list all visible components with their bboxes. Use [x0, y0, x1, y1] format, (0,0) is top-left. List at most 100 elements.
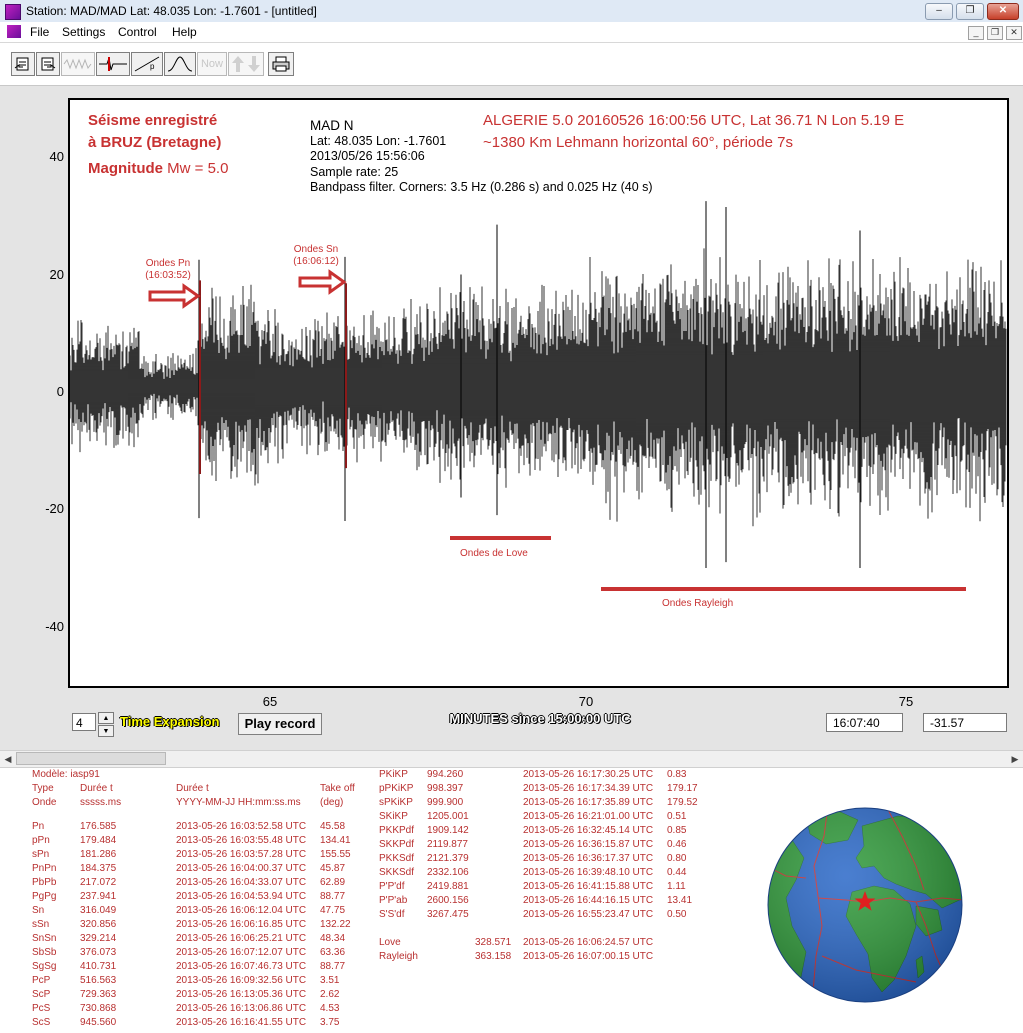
phase-cell: 62.89	[320, 877, 346, 888]
phase-cell: 410.731	[80, 961, 117, 972]
phase-cell: 2013-05-26 16:06:24.57 UTC	[523, 937, 654, 948]
phase-row: ScS 945.560 2013-05-26 16:16:41.55 UTC 3.75	[32, 1016, 362, 1030]
now-icon: Now	[200, 58, 223, 70]
app-icon	[5, 4, 21, 20]
phase-cell: PKKPdf	[379, 825, 415, 836]
svg-text:p: p	[150, 62, 155, 71]
phase-cell: 2013-05-26 16:55:23.47 UTC	[523, 909, 654, 920]
phase-cell: S'S'df	[379, 909, 405, 920]
spin-up-button[interactable]: ▲	[98, 712, 114, 724]
phase-rows-left: Pn 176.585 2013-05-26 16:03:52.58 UTC 45.58…	[32, 820, 362, 1030]
col-header: Durée t	[176, 783, 209, 794]
mdi-close-button[interactable]: ✕	[1006, 26, 1022, 40]
phase-row: ScP 729.363 2013-05-26 16:13:05.36 UTC 2.62	[32, 988, 362, 1002]
menu-control[interactable]: Control	[118, 25, 157, 39]
distribution-button[interactable]	[164, 52, 196, 76]
phase-cell: 181.286	[80, 849, 117, 860]
phase-cell: 63.36	[320, 947, 346, 958]
phase-cell: Sn	[32, 905, 45, 916]
phase-cell: 217.072	[80, 877, 117, 888]
raw-trace-button[interactable]	[61, 52, 95, 76]
phase-row: Love 328.571 2013-05-26 16:06:24.57 UTC	[379, 936, 709, 950]
scroll-right-icon[interactable]: ▶	[1007, 751, 1023, 767]
phase-cell: 0.51	[667, 811, 687, 822]
horizontal-scrollbar[interactable]: ◀ ▶	[0, 750, 1023, 768]
annotation-left-line1: Séisme enregistré	[88, 112, 218, 129]
phase-row: pPKiKP 998.397 2013-05-26 16:17:34.39 UTC 1…	[379, 782, 709, 796]
phase-cell: 134.41	[320, 835, 351, 846]
up-down-button[interactable]	[228, 52, 264, 76]
play-record-button[interactable]: Play record	[238, 713, 322, 735]
seismogram-plot[interactable]: Séisme enregistré à BRUZ (Bretagne) Magn…	[68, 98, 1009, 688]
phase-cell: 2013-05-26 16:16:41.55 UTC	[176, 1017, 307, 1028]
now-button[interactable]: Now	[197, 52, 227, 76]
phase-row: P'P'df 2419.881 2013-05-26 16:41:15.88 UTC…	[379, 880, 709, 894]
phase-cell: P'P'ab	[379, 895, 408, 906]
mdi-restore-button[interactable]: ❐	[987, 26, 1003, 40]
annotation-right-line1: ALGERIE 5.0 20160526 16:00:56 UTC, Lat 3…	[483, 112, 905, 129]
phase-row: PnPn 184.375 2013-05-26 16:04:00.37 UTC 45.…	[32, 862, 362, 876]
x-tick-label: 65	[262, 694, 278, 709]
menu-file[interactable]: File	[30, 25, 49, 39]
up-down-arrows-icon	[232, 56, 260, 72]
phase-cell: SKKSdf	[379, 867, 415, 878]
scroll-thumb[interactable]	[16, 752, 166, 765]
mdi-minimize-button[interactable]: _	[968, 26, 984, 40]
phase-cell: 4.53	[320, 1003, 340, 1014]
title-bar: Station: MAD/MAD Lat: 48.035 Lon: -1.760…	[0, 0, 1023, 23]
y-tick-label: 0	[56, 384, 64, 399]
phase-rows-right: PKiKP 994.260 2013-05-26 16:17:30.25 UTC 0.…	[379, 768, 709, 922]
scroll-left-icon[interactable]: ◀	[0, 751, 16, 767]
phase-cell: 2013-05-26 16:41:15.88 UTC	[523, 881, 654, 892]
phase-cell: 2013-05-26 16:17:35.89 UTC	[523, 797, 654, 808]
open-file-button[interactable]	[11, 52, 35, 76]
phase-cell: pPn	[32, 835, 50, 846]
phase-cell: 2013-05-26 16:03:57.28 UTC	[176, 849, 307, 860]
menu-help[interactable]: Help	[172, 25, 197, 39]
phase-row: PKiKP 994.260 2013-05-26 16:17:30.25 UTC 0.…	[379, 768, 709, 782]
maximize-button[interactable]: ❐	[956, 3, 984, 20]
phase-cell: 2013-05-26 16:07:12.07 UTC	[176, 947, 307, 958]
value-readout: -31.57	[923, 713, 1007, 732]
phase-cell: ScS	[32, 1017, 51, 1028]
spectrum-icon: p	[134, 56, 160, 72]
phase-row: PKKPdf 1909.142 2013-05-26 16:32:45.14 UTC…	[379, 824, 709, 838]
phase-cell: 2013-05-26 16:03:55.48 UTC	[176, 835, 307, 846]
phase-row: pPn 179.484 2013-05-26 16:03:55.48 UTC 134.…	[32, 834, 362, 848]
col-header: Durée t	[80, 783, 113, 794]
filter-trace-button[interactable]	[96, 52, 130, 76]
phase-cell: 2013-05-26 16:32:45.14 UTC	[523, 825, 654, 836]
phase-cell: 2013-05-26 16:09:32.56 UTC	[176, 975, 307, 986]
save-file-button[interactable]	[36, 52, 60, 76]
minimize-button[interactable]: –	[925, 3, 953, 20]
document-icon[interactable]	[7, 25, 21, 38]
print-button[interactable]	[268, 52, 294, 76]
spin-down-button[interactable]: ▼	[98, 725, 114, 737]
time-expansion-input[interactable]: 4	[72, 713, 96, 731]
y-tick-label: 20	[49, 267, 64, 282]
phase-cell: PKiKP	[379, 769, 408, 780]
phase-cell: 13.41	[667, 895, 693, 906]
col-header: Take off	[320, 783, 355, 794]
sn-label: Ondes Sn	[293, 244, 339, 255]
model-label: Modèle: iasp91	[32, 769, 100, 780]
spectrum-button[interactable]: p	[131, 52, 163, 76]
sn-annotation: Ondes Sn (16:06:12)	[284, 244, 348, 268]
phase-cell: 994.260	[427, 769, 464, 780]
menu-settings[interactable]: Settings	[62, 25, 105, 39]
toolbar: p Now	[0, 43, 1023, 86]
window-title: Station: MAD/MAD Lat: 48.035 Lon: -1.760…	[26, 4, 317, 18]
phase-cell: sPKiKP	[379, 797, 413, 808]
close-button[interactable]: ✕	[987, 3, 1019, 20]
phase-cell: 329.214	[80, 933, 117, 944]
distribution-icon	[167, 56, 193, 72]
annotation-right-line2: ~1380 Km Lehmann horizontal 60°, période…	[483, 134, 793, 151]
phase-cell: 2013-05-26 16:04:33.07 UTC	[176, 877, 307, 888]
phase-cell: 176.585	[80, 821, 117, 832]
phase-cell: 88.77	[320, 961, 346, 972]
phase-cell: 2121.379	[427, 853, 469, 864]
phase-cell: 2013-05-26 16:04:53.94 UTC	[176, 891, 307, 902]
phase-cell: 2419.881	[427, 881, 469, 892]
surface-wave-rows: Love 328.571 2013-05-26 16:06:24.57 UTC Ray…	[379, 936, 709, 964]
annotation-right: ALGERIE 5.0 20160526 16:00:56 UTC, Lat 3…	[483, 110, 904, 154]
